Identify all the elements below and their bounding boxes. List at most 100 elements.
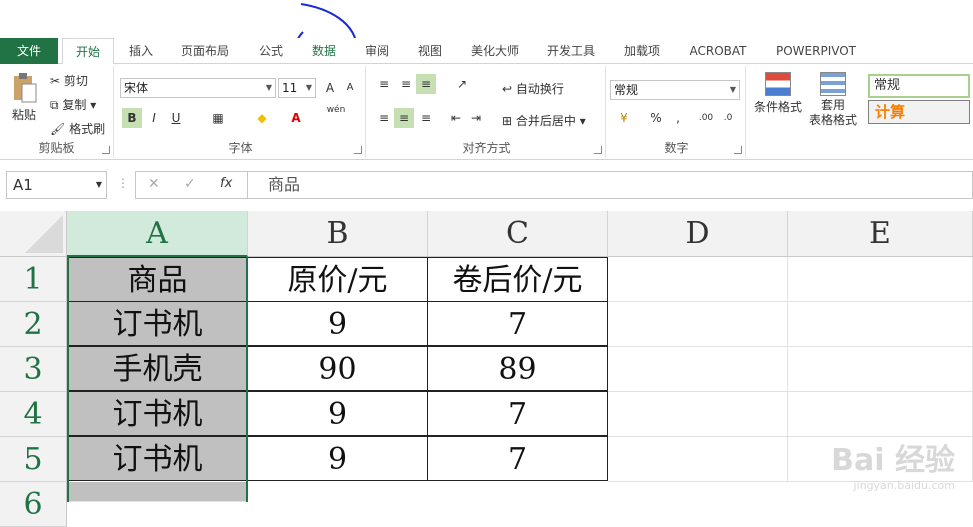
- merge-label: 合并后居中: [515, 114, 576, 128]
- cell-d1[interactable]: [608, 257, 788, 302]
- cell-style-calc[interactable]: 计算: [868, 100, 970, 124]
- col-header-e[interactable]: E: [788, 211, 973, 257]
- row-header-6[interactable]: 6: [0, 482, 67, 527]
- merge-center-button[interactable]: ⊞ 合并后居中 ▾: [502, 112, 586, 129]
- underline-button[interactable]: U: [166, 108, 186, 128]
- cut-button[interactable]: ✂ 剪切: [50, 72, 88, 89]
- cell-d2[interactable]: [608, 302, 788, 347]
- cell-b1[interactable]: 原价/元: [247, 257, 428, 302]
- select-all-button[interactable]: [0, 211, 67, 257]
- italic-button[interactable]: I: [144, 108, 164, 128]
- align-middle-icon[interactable]: ≡: [396, 74, 416, 94]
- check-icon[interactable]: ✓: [184, 176, 196, 192]
- font-launcher-icon[interactable]: [354, 146, 362, 154]
- comma-button[interactable]: ,: [668, 108, 688, 128]
- cell-d4[interactable]: [608, 392, 788, 437]
- tab-file[interactable]: 文件: [0, 38, 58, 64]
- orientation-icon[interactable]: ↗: [452, 74, 472, 94]
- spreadsheet-grid: A B C D E 1 2 3 4 5 6 商品 原价/元 卷后价/元 订书机 …: [0, 211, 973, 527]
- brush-icon: 🖌: [50, 122, 66, 136]
- tab-view[interactable]: 视图: [409, 38, 451, 64]
- cell-e4[interactable]: [788, 392, 973, 437]
- wrap-text-button[interactable]: ↩ 自动换行: [502, 80, 564, 97]
- col-header-c[interactable]: C: [428, 211, 608, 257]
- grow-font-button[interactable]: A: [320, 78, 340, 98]
- group-alignment: ≡ ≡ ≡ ↗ ≡ ≡ ≡ ⇤ ⇥ ↩ 自动换行 ⊞ 合并后居中 ▾ 对齐方式: [368, 66, 606, 158]
- tab-formulas[interactable]: 公式: [250, 38, 292, 64]
- cell-b4[interactable]: 9: [247, 391, 428, 436]
- row-header-1[interactable]: 1: [0, 257, 67, 302]
- cell-e2[interactable]: [788, 302, 973, 347]
- decrease-decimal-button[interactable]: .0: [718, 108, 738, 128]
- align-center-icon[interactable]: ≡: [394, 108, 414, 128]
- indent-decrease-icon[interactable]: ⇤: [446, 108, 466, 128]
- cell-d3[interactable]: [608, 347, 788, 392]
- currency-icon[interactable]: ¥: [614, 108, 634, 128]
- shrink-font-button[interactable]: A: [340, 78, 360, 98]
- cell-e3[interactable]: [788, 347, 973, 392]
- col-header-b[interactable]: B: [248, 211, 428, 257]
- border-icon[interactable]: ▦: [208, 108, 228, 128]
- font-name-select[interactable]: 宋体 ▼: [120, 78, 276, 98]
- col-header-a[interactable]: A: [67, 211, 248, 257]
- function-icon[interactable]: fx: [220, 176, 232, 191]
- align-top-icon[interactable]: ≡: [374, 74, 394, 94]
- font-color-icon[interactable]: A: [286, 108, 306, 128]
- cell-a1[interactable]: 商品: [67, 257, 248, 302]
- phonetic-button[interactable]: wén: [326, 104, 346, 124]
- cell-c1[interactable]: 卷后价/元: [427, 257, 608, 302]
- cell-style-normal[interactable]: 常规: [868, 74, 970, 98]
- align-bottom-icon[interactable]: ≡: [416, 74, 436, 94]
- format-painter-button[interactable]: 🖌 格式刷: [50, 120, 105, 137]
- number-format-select[interactable]: 常规 ▼: [610, 80, 740, 100]
- formula-bar: A1 ▼ ⋮ ✕ ✓ fx 商品: [0, 168, 973, 202]
- cell-e1[interactable]: [788, 257, 973, 302]
- cell-a3[interactable]: 手机壳: [67, 346, 248, 391]
- conditional-format-button[interactable]: 条件格式: [752, 72, 804, 115]
- tab-insert[interactable]: 插入: [120, 38, 162, 64]
- indent-increase-icon[interactable]: ⇥: [466, 108, 486, 128]
- row-header-3[interactable]: 3: [0, 347, 67, 392]
- number-launcher-icon[interactable]: [734, 146, 742, 154]
- tab-data[interactable]: 数据: [302, 38, 346, 64]
- cell-b3[interactable]: 90: [247, 346, 428, 391]
- group-label-number: 数字: [664, 141, 689, 155]
- tab-powerpivot[interactable]: POWERPIVOT: [766, 38, 866, 64]
- cell-a2[interactable]: 订书机: [67, 301, 248, 346]
- row-header-4[interactable]: 4: [0, 392, 67, 437]
- format-as-table-button[interactable]: 套用 表格格式: [804, 72, 862, 128]
- cell-a6[interactable]: [67, 482, 248, 502]
- name-box[interactable]: A1 ▼: [6, 171, 107, 199]
- font-size-select[interactable]: 11 ▼: [278, 78, 316, 98]
- percent-button[interactable]: %: [646, 108, 666, 128]
- increase-decimal-button[interactable]: .00: [696, 108, 716, 128]
- tab-home[interactable]: 开始: [62, 38, 114, 65]
- clipboard-launcher-icon[interactable]: [102, 146, 110, 154]
- tab-developer[interactable]: 开发工具: [538, 38, 604, 64]
- row-header-5[interactable]: 5: [0, 437, 67, 482]
- tab-beautify[interactable]: 美化大师: [462, 38, 528, 64]
- cell-c4[interactable]: 7: [427, 391, 608, 436]
- row-header-2[interactable]: 2: [0, 302, 67, 347]
- cell-a4[interactable]: 订书机: [67, 391, 248, 436]
- tab-acrobat[interactable]: ACROBAT: [680, 38, 756, 64]
- cell-b5[interactable]: 9: [247, 436, 428, 481]
- tab-page-layout[interactable]: 页面布局: [172, 38, 238, 64]
- copy-button[interactable]: ⧉ 复制 ▾: [50, 96, 96, 113]
- cell-b2[interactable]: 9: [247, 301, 428, 346]
- cell-d5[interactable]: [608, 437, 788, 482]
- formula-input[interactable]: 商品: [247, 171, 973, 199]
- cancel-icon[interactable]: ✕: [148, 176, 160, 192]
- align-left-icon[interactable]: ≡: [374, 108, 394, 128]
- cell-c5[interactable]: 7: [427, 436, 608, 481]
- tab-addins[interactable]: 加载项: [614, 38, 670, 64]
- alignment-launcher-icon[interactable]: [594, 146, 602, 154]
- align-right-icon[interactable]: ≡: [416, 108, 436, 128]
- col-header-d[interactable]: D: [608, 211, 788, 257]
- cell-a5[interactable]: 订书机: [67, 436, 248, 481]
- cell-c2[interactable]: 7: [427, 301, 608, 346]
- fill-color-icon[interactable]: ◆: [252, 108, 272, 128]
- bold-button[interactable]: B: [122, 108, 142, 128]
- tab-review[interactable]: 审阅: [356, 38, 398, 64]
- cell-c3[interactable]: 89: [427, 346, 608, 391]
